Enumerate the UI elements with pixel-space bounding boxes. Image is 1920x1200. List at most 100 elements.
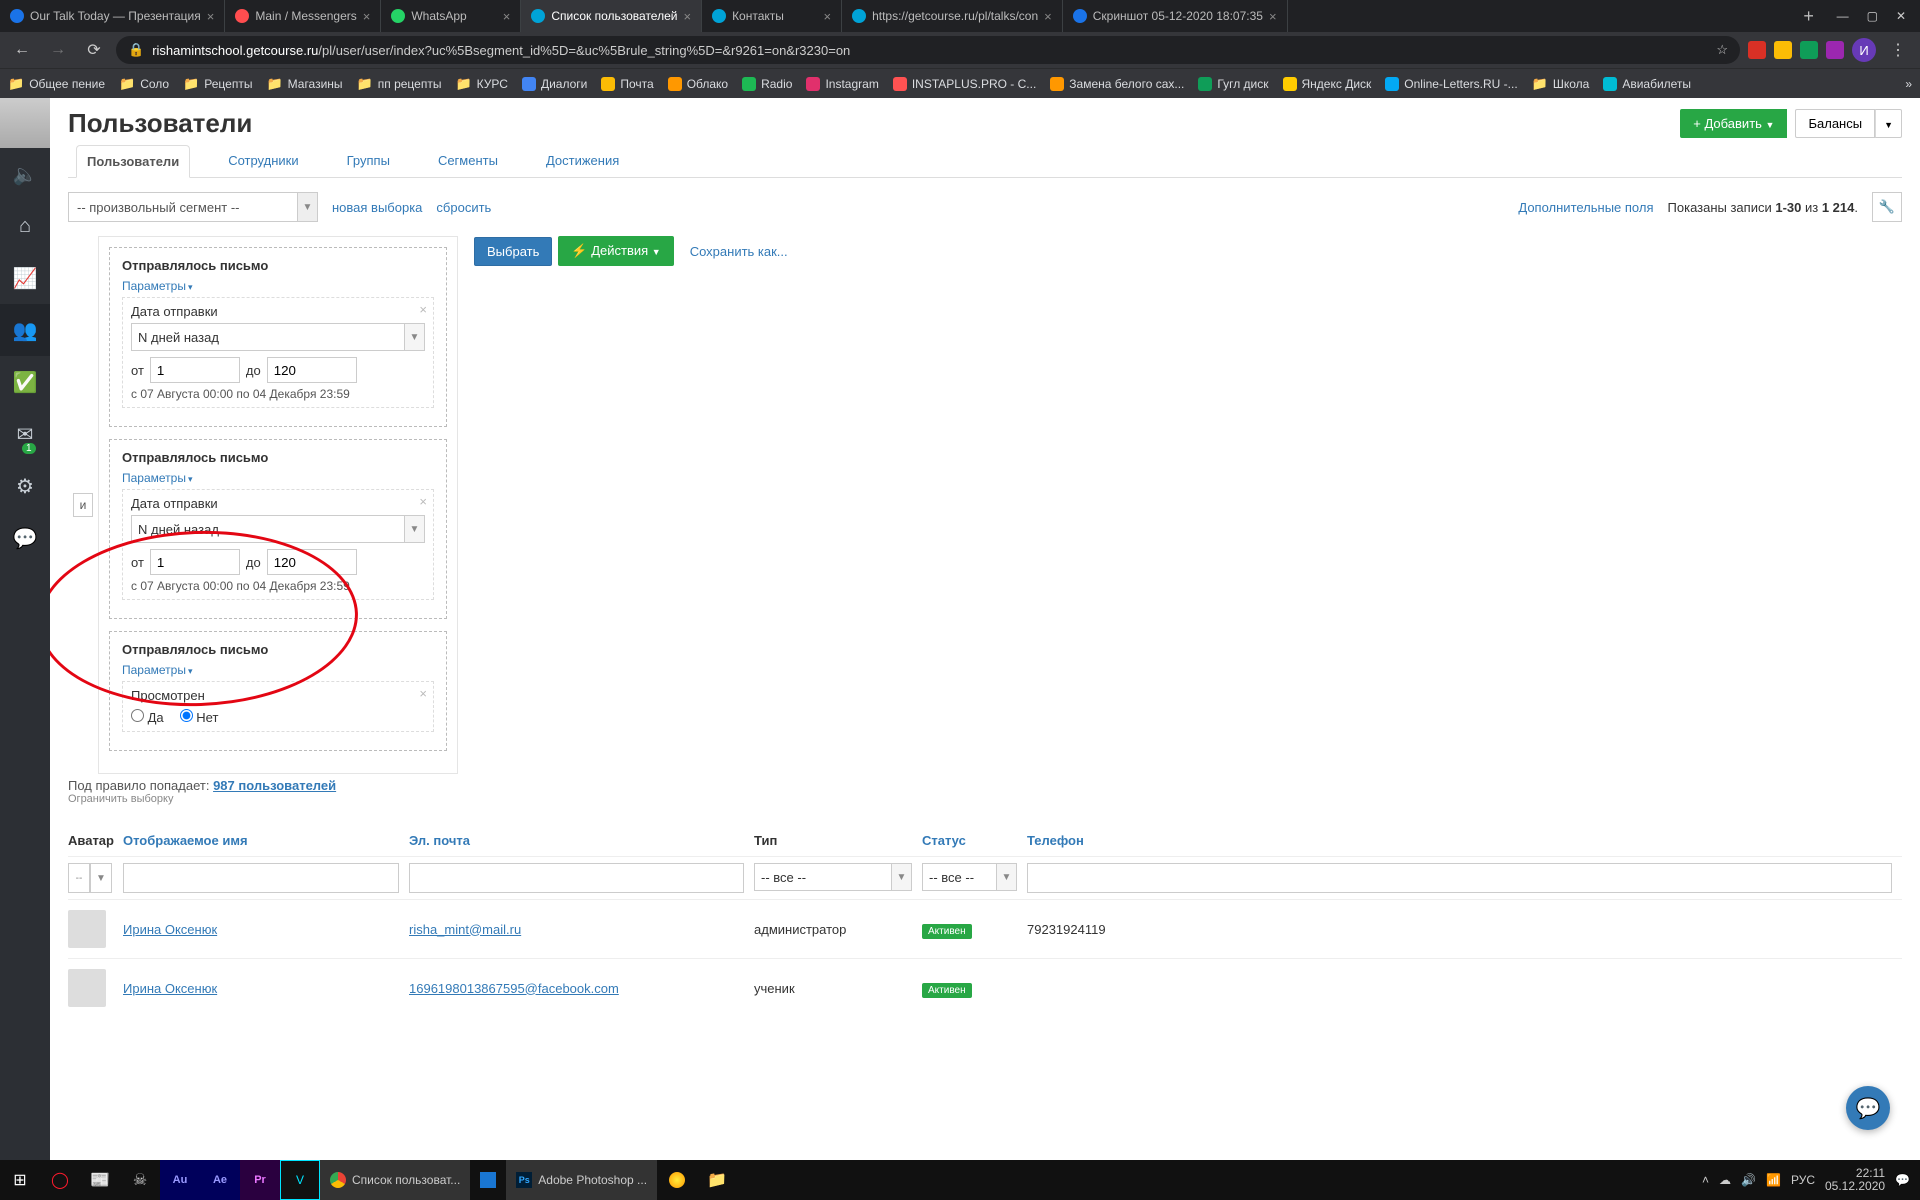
bookmark-item[interactable]: Online-Letters.RU -... bbox=[1385, 77, 1517, 91]
close-tab-icon[interactable]: × bbox=[363, 9, 371, 24]
save-as-link[interactable]: Сохранить как... bbox=[690, 244, 788, 259]
radio-yes[interactable]: Да bbox=[131, 709, 164, 725]
taskbar-app[interactable] bbox=[470, 1160, 506, 1200]
match-link[interactable]: 987 пользователей bbox=[213, 778, 336, 793]
bookmark-item[interactable]: Яндекс Диск bbox=[1283, 77, 1372, 91]
check-icon[interactable]: ✅ bbox=[0, 356, 50, 408]
actions-button[interactable]: ⚡ Действия ▼ bbox=[558, 236, 673, 266]
bookmark-item[interactable]: 📁Школа bbox=[1532, 76, 1590, 92]
taskbar-orange-icon[interactable] bbox=[657, 1160, 697, 1200]
skull-icon[interactable]: ☠ bbox=[120, 1160, 160, 1200]
bookmark-item[interactable]: 📁КУРС bbox=[455, 76, 507, 92]
balances-button[interactable]: Балансы bbox=[1795, 109, 1875, 138]
balances-caret[interactable]: ▼ bbox=[1875, 109, 1902, 138]
tray-chevron-icon[interactable]: ˄ bbox=[1702, 1173, 1709, 1187]
params-toggle[interactable]: Параметры bbox=[122, 279, 434, 293]
chat-fab[interactable]: 💬 bbox=[1846, 1086, 1890, 1130]
bookmark-star-icon[interactable]: ☆ bbox=[1716, 42, 1728, 58]
gear-icon[interactable]: ⚙ bbox=[0, 460, 50, 512]
bookmark-item[interactable]: Почта bbox=[601, 77, 653, 91]
extension-icon[interactable] bbox=[1748, 41, 1766, 59]
tab-achievements[interactable]: Достижения bbox=[536, 145, 629, 177]
reload-button[interactable]: ⟳ bbox=[80, 40, 108, 60]
chart-icon[interactable]: 📈 bbox=[0, 252, 50, 304]
browser-tab[interactable]: Скриншот 05-12-2020 18:07:35× bbox=[1063, 0, 1288, 32]
tray-lang[interactable]: РУС bbox=[1791, 1173, 1815, 1187]
bookmark-item[interactable]: Облако bbox=[668, 77, 728, 91]
add-button[interactable]: + Добавить ▼ bbox=[1680, 109, 1787, 138]
au-icon[interactable]: Au bbox=[160, 1160, 200, 1200]
browser-tab[interactable]: Our Talk Today — Презентация× bbox=[0, 0, 225, 32]
extra-fields-link[interactable]: Дополнительные поля bbox=[1518, 200, 1653, 215]
sound-icon[interactable]: 🔈 bbox=[0, 148, 50, 200]
tray-volume-icon[interactable]: 🔊 bbox=[1741, 1173, 1756, 1187]
filter-email[interactable] bbox=[409, 863, 744, 893]
bookmark-item[interactable]: INSTAPLUS.PRO - С... bbox=[893, 77, 1036, 91]
address-bar[interactable]: 🔒 rishamintschool.getcourse.ru/pl/user/u… bbox=[116, 36, 1740, 64]
bookmark-item[interactable]: 📁Общее пение bbox=[8, 76, 105, 92]
extension-icon[interactable] bbox=[1800, 41, 1818, 59]
to-input[interactable] bbox=[267, 549, 357, 575]
browser-tab[interactable]: Main / Messengers× bbox=[225, 0, 381, 32]
bookmark-item[interactable]: Radio bbox=[742, 77, 792, 91]
extension-icon[interactable] bbox=[1774, 41, 1792, 59]
window-controls[interactable]: — ▢ ✕ bbox=[1823, 9, 1920, 23]
filter-type[interactable]: -- все --▼ bbox=[754, 863, 912, 891]
v-icon[interactable]: V bbox=[280, 1160, 320, 1200]
users-icon[interactable]: 👥 bbox=[0, 304, 50, 356]
bookmark-item[interactable]: Диалоги bbox=[522, 77, 587, 91]
to-input[interactable] bbox=[267, 357, 357, 383]
col-email[interactable]: Эл. почта bbox=[409, 833, 754, 848]
avatar[interactable] bbox=[68, 969, 106, 1007]
select-button[interactable]: Выбрать bbox=[474, 237, 552, 266]
tray-notifications-icon[interactable]: 💬 bbox=[1895, 1173, 1910, 1187]
avatar-filter-value[interactable]: -- bbox=[68, 863, 90, 893]
menu-button[interactable]: ⋮ bbox=[1884, 40, 1912, 60]
browser-tab[interactable]: Список пользователей× bbox=[521, 0, 702, 32]
close-tab-icon[interactable]: × bbox=[503, 9, 511, 24]
tray-cloud-icon[interactable]: ☁ bbox=[1719, 1173, 1731, 1187]
remove-icon[interactable]: × bbox=[419, 302, 427, 317]
close-tab-icon[interactable]: × bbox=[823, 9, 831, 24]
pr-icon[interactable]: Pr bbox=[240, 1160, 280, 1200]
radio-no[interactable]: Нет bbox=[180, 709, 219, 725]
limit-selection-link[interactable]: Ограничить выборку bbox=[68, 793, 1902, 805]
segment-select[interactable]: -- произвольный сегмент -- ▼ bbox=[68, 192, 318, 222]
filter-phone[interactable] bbox=[1027, 863, 1892, 893]
forward-button[interactable]: → bbox=[44, 41, 72, 59]
close-tab-icon[interactable]: × bbox=[1044, 9, 1052, 24]
date-mode-select[interactable]: N дней назад▼ bbox=[131, 515, 425, 543]
col-avatar[interactable]: Аватар bbox=[68, 833, 123, 848]
col-phone[interactable]: Телефон bbox=[1027, 833, 1902, 848]
bookmark-item[interactable]: Instagram bbox=[806, 77, 878, 91]
user-name-link[interactable]: Ирина Оксенюк bbox=[123, 922, 217, 937]
explorer-icon[interactable]: 📁 bbox=[697, 1160, 737, 1200]
minimize-icon[interactable]: — bbox=[1837, 9, 1849, 23]
user-name-link[interactable]: Ирина Оксенюк bbox=[123, 981, 217, 996]
tab-groups[interactable]: Группы bbox=[337, 145, 400, 177]
mail-icon[interactable]: ✉1 bbox=[0, 408, 50, 460]
profile-avatar[interactable]: И bbox=[1852, 38, 1876, 62]
filter-name[interactable] bbox=[123, 863, 399, 893]
params-toggle[interactable]: Параметры bbox=[122, 663, 434, 677]
user-photo[interactable] bbox=[0, 98, 50, 148]
chat-icon[interactable]: 💬 bbox=[0, 512, 50, 564]
tab-users[interactable]: Пользователи bbox=[76, 145, 190, 178]
col-name[interactable]: Отображаемое имя bbox=[123, 833, 409, 848]
remove-icon[interactable]: × bbox=[419, 686, 427, 701]
remove-icon[interactable]: × bbox=[419, 494, 427, 509]
taskbar-photoshop[interactable]: PsAdobe Photoshop ... bbox=[506, 1160, 657, 1200]
tray-clock[interactable]: 22:11 05.12.2020 bbox=[1825, 1167, 1885, 1193]
bookmark-item[interactable]: 📁пп рецепты bbox=[357, 76, 442, 92]
ae-icon[interactable]: Ae bbox=[200, 1160, 240, 1200]
bookmarks-overflow[interactable]: » bbox=[1905, 77, 1912, 91]
home-icon[interactable]: ⌂ bbox=[0, 200, 50, 252]
new-tab-button[interactable]: + bbox=[1795, 1, 1823, 31]
avatar-filter-caret[interactable]: ▼ bbox=[90, 863, 112, 893]
tray-network-icon[interactable]: 📶 bbox=[1766, 1173, 1781, 1187]
maximize-icon[interactable]: ▢ bbox=[1867, 9, 1878, 23]
user-email-link[interactable]: 1696198013867595@facebook.com bbox=[409, 981, 619, 996]
browser-tab[interactable]: https://getcourse.ru/pl/talks/con× bbox=[842, 0, 1063, 32]
from-input[interactable] bbox=[150, 549, 240, 575]
bookmark-item[interactable]: Гугл диск bbox=[1198, 77, 1268, 91]
